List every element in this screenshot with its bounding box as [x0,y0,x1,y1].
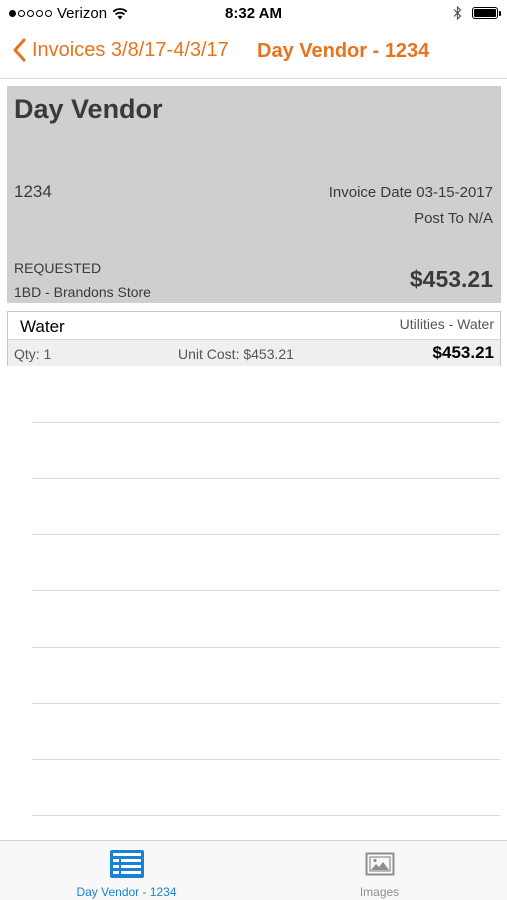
line-item-category: Utilities - Water [399,316,494,332]
chevron-left-icon [13,38,26,62]
row-separator [32,534,500,535]
tab-label: Day Vendor - 1234 [76,885,177,899]
bluetooth-icon [453,6,462,20]
row-separator [32,815,500,816]
line-item-unit-cost: Unit Cost: $453.21 [178,346,294,362]
row-separator [32,590,500,591]
invoice-total: $453.21 [409,266,493,292]
page-title: Day Vendor - 1234 [257,40,430,62]
invoice-number: 1234 [14,182,52,201]
image-icon [365,852,394,876]
row-separator [32,647,500,648]
row-separator [32,478,500,479]
row-separator [32,703,500,704]
line-item-qty: Qty: 1 [14,346,52,362]
invoice-summary-card: Day Vendor 1234 Invoice Date 03-15-2017 … [7,86,501,303]
tab-bar: Day Vendor - 1234 Images [0,840,507,900]
back-button-label: Invoices 3/8/17-4/3/17 [32,38,229,61]
line-item-header: Water Utilities - Water [8,312,500,339]
row-separator [32,422,500,423]
line-item-details: Qty: 1 Unit Cost: $453.21 $453.21 [8,339,500,366]
line-item-total: $453.21 [432,343,494,362]
vendor-name: Day Vendor [14,94,163,124]
post-to: Post To N/A [414,210,493,227]
empty-list-area [0,366,507,840]
line-item[interactable]: Water Utilities - Water Qty: 1 Unit Cost… [7,311,501,366]
invoice-date: Invoice Date 03-15-2017 [328,184,493,201]
line-item-name: Water [20,317,65,336]
store-name: 1BD - Brandons Store [14,284,151,300]
invoice-status: REQUESTED [14,260,102,276]
battery-icon [472,7,501,19]
navigation-bar: Invoices 3/8/17-4/3/17 Day Vendor - 1234 [0,28,507,79]
status-time: 8:32 AM [225,5,282,22]
row-separator [32,759,500,760]
status-bar: Verizon 8:32 AM [0,0,507,28]
tab-invoice-detail[interactable]: Day Vendor - 1234 [0,841,253,900]
invoice-detail-screen: Verizon 8:32 AM Invoices 3/8/17-4/3/17 D… [0,0,507,900]
status-right [453,6,501,20]
back-button[interactable]: Invoices 3/8/17-4/3/17 [12,38,229,62]
tab-label: Images [359,885,400,899]
tab-images[interactable]: Images [253,841,506,900]
list-icon [109,850,144,878]
